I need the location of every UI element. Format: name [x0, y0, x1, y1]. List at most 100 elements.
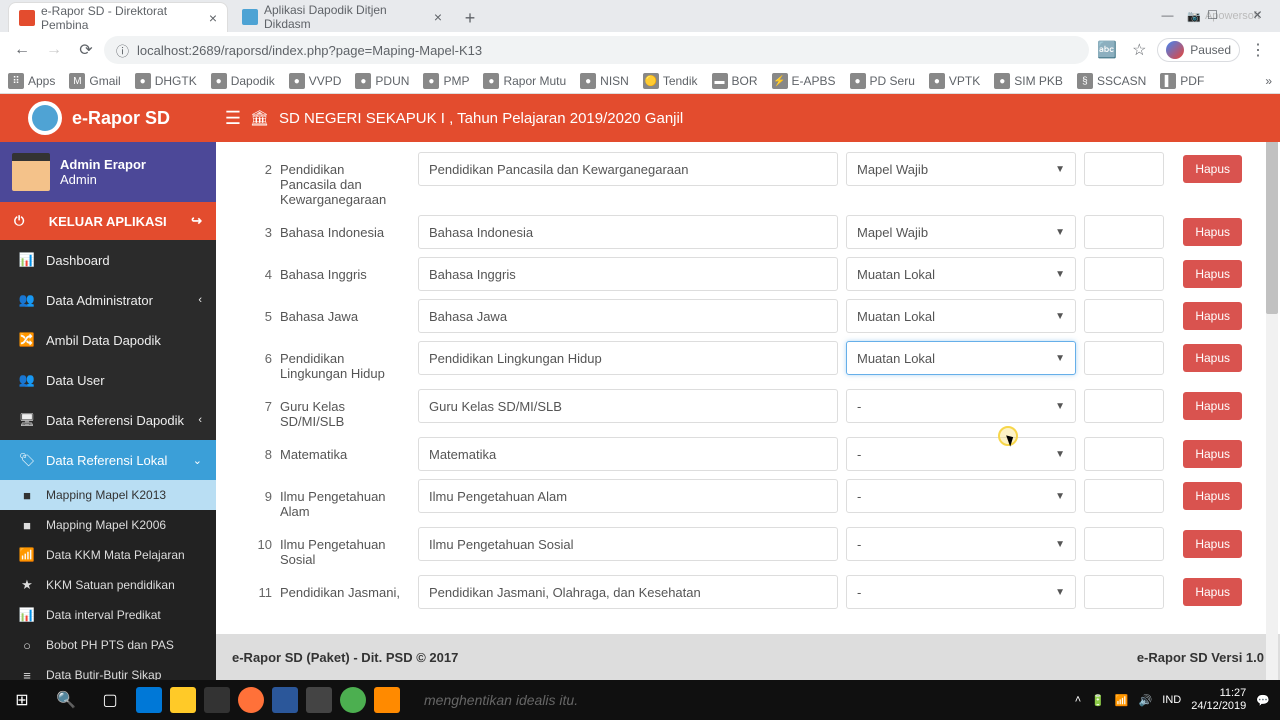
sidebar-item[interactable]: 🏷Data Referensi Lokal⌄	[0, 440, 216, 480]
kelompok-select[interactable]: -▼	[846, 479, 1076, 513]
sidebar-subitem[interactable]: ■Mapping Mapel K2013	[0, 480, 216, 510]
sidebar-subitem[interactable]: 📶Data KKM Mata Pelajaran	[0, 540, 216, 570]
sidebar-item[interactable]: 📊Dashboard	[0, 240, 216, 280]
kelompok-select[interactable]: -▼	[846, 389, 1076, 423]
firefox-icon[interactable]	[234, 680, 268, 720]
word-icon[interactable]	[268, 680, 302, 720]
delete-button[interactable]: Hapus	[1183, 392, 1242, 420]
bookmark-item[interactable]: ⚡E-APBS	[772, 73, 836, 89]
urut-input[interactable]	[1084, 437, 1164, 471]
search-button[interactable]: 🔍	[44, 680, 88, 720]
logo-area[interactable]: e-Rapor SD	[0, 94, 216, 142]
bookmark-item[interactable]: MGmail	[69, 73, 120, 89]
star-icon[interactable]: ☆	[1125, 36, 1153, 64]
delete-button[interactable]: Hapus	[1183, 155, 1242, 183]
urut-input[interactable]	[1084, 299, 1164, 333]
bookmark-item[interactable]: ●PMP	[423, 73, 469, 89]
close-button[interactable]: ✕	[1235, 0, 1280, 30]
app-icon[interactable]	[370, 680, 404, 720]
scrollbar-track[interactable]	[1266, 94, 1278, 680]
sidebar-subitem[interactable]: 📊Data interval Predikat	[0, 600, 216, 630]
delete-button[interactable]: Hapus	[1183, 260, 1242, 288]
bookmark-item[interactable]: ▬BOR	[712, 73, 758, 89]
store-icon[interactable]	[200, 680, 234, 720]
explorer-icon[interactable]	[166, 680, 200, 720]
back-button[interactable]: ←	[8, 36, 36, 64]
edge-icon[interactable]	[132, 680, 166, 720]
sidebar-item[interactable]: 🔀Ambil Data Dapodik	[0, 320, 216, 360]
profile-paused[interactable]: Paused	[1157, 38, 1240, 62]
tray-chevron-icon[interactable]: ˄	[1075, 694, 1081, 706]
delete-button[interactable]: Hapus	[1183, 302, 1242, 330]
kelompok-select[interactable]: -▼	[846, 527, 1076, 561]
wifi-icon[interactable]: 📶	[1115, 694, 1129, 707]
new-tab-button[interactable]: +	[456, 4, 484, 32]
bookmark-item[interactable]: ●NISN	[580, 73, 629, 89]
sidebar-item[interactable]: 👥Data Administrator‹	[0, 280, 216, 320]
bookmark-item[interactable]: ●DHGTK	[135, 73, 197, 89]
urut-input[interactable]	[1084, 389, 1164, 423]
mapel-input[interactable]	[418, 152, 838, 186]
bookmark-item[interactable]: ▌PDF	[1160, 73, 1204, 89]
bookmark-item[interactable]: ●VVPD	[289, 73, 342, 89]
lang-indicator[interactable]: IND	[1162, 694, 1181, 706]
kelompok-select[interactable]: -▼	[846, 575, 1076, 609]
sound-icon[interactable]: 🔊	[1139, 694, 1153, 707]
hamburger-button[interactable]: ☰	[216, 108, 250, 129]
scrollbar-thumb[interactable]	[1266, 134, 1278, 314]
urut-input[interactable]	[1084, 575, 1164, 609]
app-icon[interactable]	[302, 680, 336, 720]
urut-input[interactable]	[1084, 215, 1164, 249]
mapel-input[interactable]	[418, 341, 838, 375]
kelompok-select[interactable]: Muatan Lokal▼	[846, 341, 1076, 375]
delete-button[interactable]: Hapus	[1183, 344, 1242, 372]
delete-button[interactable]: Hapus	[1183, 482, 1242, 510]
urut-input[interactable]	[1084, 341, 1164, 375]
sidebar-item[interactable]: 👥Data User	[0, 360, 216, 400]
mapel-input[interactable]	[418, 389, 838, 423]
tab-active[interactable]: e-Rapor SD - Direktorat Pembina×	[8, 2, 228, 32]
url-bar[interactable]: ⓘlocalhost:2689/raporsd/index.php?page=M…	[104, 36, 1089, 64]
sidebar-subitem[interactable]: ≡Data Butir-Butir Sikap	[0, 660, 216, 680]
close-icon[interactable]: ×	[434, 9, 442, 25]
bookmark-item[interactable]: ●Dapodik	[211, 73, 275, 89]
bookmark-item[interactable]: 🟡Tendik	[643, 73, 698, 89]
mapel-input[interactable]	[418, 575, 838, 609]
bookmark-item[interactable]: ●VPTK	[929, 73, 980, 89]
delete-button[interactable]: Hapus	[1183, 440, 1242, 468]
maximize-button[interactable]: ☐	[1190, 0, 1235, 30]
logout-button[interactable]: ⏻ KELUAR APLIKASI ↪	[0, 202, 216, 240]
start-button[interactable]: ⊞	[0, 680, 44, 720]
taskview-button[interactable]: ▢	[88, 680, 132, 720]
urut-input[interactable]	[1084, 152, 1164, 186]
battery-icon[interactable]: 🔋	[1091, 694, 1105, 707]
sidebar-subitem[interactable]: ○Bobot PH PTS dan PAS	[0, 630, 216, 660]
bookmark-item[interactable]: ●Rapor Mutu	[483, 73, 566, 89]
bookmark-item[interactable]: §SSCASN	[1077, 73, 1146, 89]
mapel-input[interactable]	[418, 257, 838, 291]
kelompok-select[interactable]: Muatan Lokal▼	[846, 257, 1076, 291]
bookmarks-overflow[interactable]: »	[1265, 74, 1272, 88]
forward-button[interactable]: →	[40, 36, 68, 64]
menu-icon[interactable]: ⋮	[1244, 36, 1272, 64]
mapel-input[interactable]	[418, 479, 838, 513]
delete-button[interactable]: Hapus	[1183, 578, 1242, 606]
sidebar-subitem[interactable]: ■Mapping Mapel K2006	[0, 510, 216, 540]
bookmark-item[interactable]: ●PD Seru	[850, 73, 915, 89]
notifications-icon[interactable]: 💬	[1256, 694, 1270, 707]
close-icon[interactable]: ×	[209, 10, 217, 26]
bookmark-item[interactable]: ●SIM PKB	[994, 73, 1063, 89]
bookmark-item[interactable]: ●PDUN	[355, 73, 409, 89]
reload-button[interactable]: ⟳	[72, 36, 100, 64]
mapel-input[interactable]	[418, 527, 838, 561]
kelompok-select[interactable]: Muatan Lokal▼	[846, 299, 1076, 333]
translate-icon[interactable]: 🔤	[1093, 36, 1121, 64]
bookmark-item[interactable]: ⠿Apps	[8, 73, 55, 89]
kelompok-select[interactable]: Mapel Wajib▼	[846, 215, 1076, 249]
chrome-icon[interactable]	[336, 680, 370, 720]
tab-inactive[interactable]: Aplikasi Dapodik Ditjen Dikdasm×	[232, 2, 452, 32]
delete-button[interactable]: Hapus	[1183, 530, 1242, 558]
urut-input[interactable]	[1084, 479, 1164, 513]
mapel-input[interactable]	[418, 299, 838, 333]
clock[interactable]: 11:27 24/12/2019	[1191, 687, 1246, 713]
